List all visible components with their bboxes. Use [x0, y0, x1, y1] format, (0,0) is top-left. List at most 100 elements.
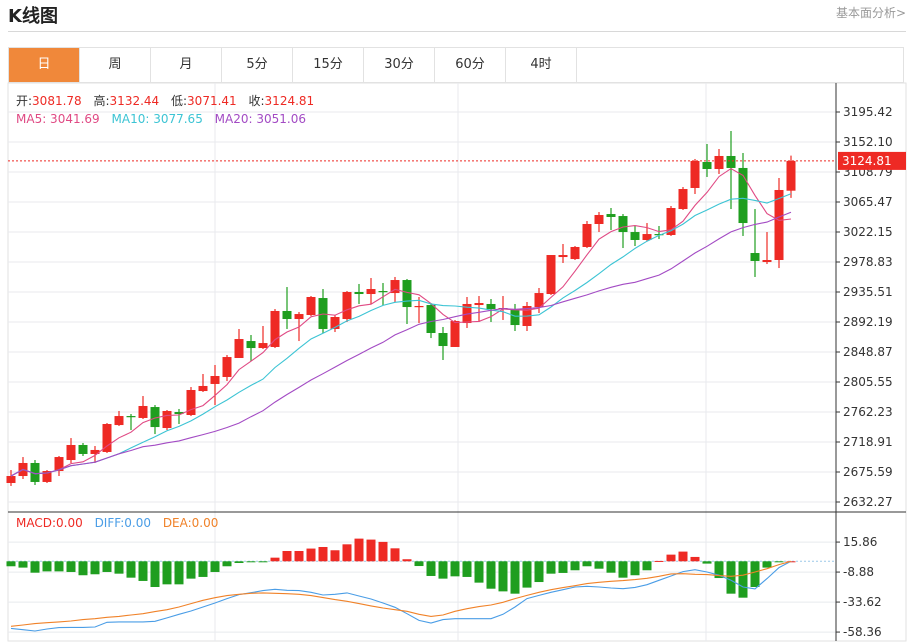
candle-body — [66, 444, 76, 461]
candle — [306, 296, 316, 317]
legend-ma10: MA10: 3077.65 — [112, 112, 203, 126]
candle-body — [630, 232, 640, 240]
candle — [582, 221, 592, 249]
candle — [282, 287, 292, 329]
candle-body — [510, 310, 520, 326]
macd-bar — [318, 546, 328, 562]
macd-bar — [726, 561, 736, 594]
macd-bar — [42, 561, 52, 572]
candle-body — [342, 292, 352, 320]
candle — [462, 296, 472, 329]
candle — [270, 309, 280, 349]
candle-body — [114, 416, 124, 426]
y-tick-label: 2632.27 — [843, 495, 893, 509]
candle-body — [426, 305, 436, 334]
candle — [198, 373, 208, 393]
macd-bar — [690, 556, 700, 562]
macd-bar — [282, 550, 292, 562]
macd-bar — [366, 539, 376, 562]
candle — [222, 355, 232, 381]
candle-body — [438, 333, 448, 347]
macd-bar — [222, 561, 232, 567]
macd-bar — [114, 561, 124, 574]
candle — [738, 153, 748, 236]
candle — [318, 289, 328, 334]
macd-bar — [30, 561, 40, 573]
macd-bar — [642, 561, 652, 571]
macd-bar — [582, 561, 592, 567]
candle — [510, 303, 520, 331]
candle — [558, 244, 568, 263]
y-tick-label: 2675.59 — [843, 465, 893, 479]
y-tick-label: 3065.47 — [843, 195, 893, 209]
macd-bar — [678, 551, 688, 562]
current-price-label: 3124.81 — [842, 154, 892, 168]
candle-body — [210, 376, 220, 384]
macd-bar — [438, 561, 448, 579]
kline-chart: 3195.423152.103108.793065.473022.152978.… — [6, 82, 907, 642]
legend-ma: MA5: 3041.69 MA10: 3077.65 MA20: 3051.06 — [16, 112, 306, 126]
candle — [498, 296, 508, 320]
candle — [786, 155, 796, 198]
candle-body — [378, 291, 388, 293]
candle-body — [750, 253, 760, 261]
macd-bar — [90, 561, 100, 575]
macd-bar — [18, 561, 28, 568]
candle-body — [714, 155, 724, 170]
macd-bar — [342, 544, 352, 562]
chart-frame — [7, 82, 907, 642]
candle-body — [414, 305, 424, 308]
candle-body — [246, 341, 256, 349]
macd-bar — [234, 561, 244, 563]
macd-bar — [630, 561, 640, 576]
macd-tick-label: -8.88 — [843, 565, 874, 579]
candle — [630, 226, 640, 247]
candle-body — [570, 246, 580, 260]
candle — [174, 408, 184, 425]
macd-bar — [138, 561, 148, 581]
macd-bar — [534, 561, 544, 583]
candle-body — [126, 416, 136, 418]
macd-bar — [174, 561, 184, 585]
candle-body — [138, 405, 148, 418]
macd-bar — [654, 560, 664, 562]
candle-body — [294, 314, 304, 320]
macd-bar — [594, 561, 604, 569]
y-tick-label: 2762.23 — [843, 405, 893, 419]
macd-bar — [150, 561, 160, 588]
grid — [7, 82, 907, 642]
candle — [450, 319, 460, 347]
macd-bar — [606, 561, 616, 573]
y-tick-label: 3195.42 — [843, 105, 893, 119]
candle-body — [678, 189, 688, 210]
macd-bar — [210, 561, 220, 572]
macd-bar — [702, 561, 712, 564]
y-tick-label: 2805.55 — [843, 375, 893, 389]
candle-body — [354, 292, 364, 295]
macd-bar — [258, 561, 268, 563]
macd-bar — [762, 561, 772, 568]
candle-body — [258, 343, 268, 349]
candle-body — [222, 357, 232, 377]
candle — [606, 207, 616, 231]
macd-bar — [102, 561, 112, 572]
candle — [18, 457, 28, 479]
candle-body — [282, 310, 292, 320]
macd-tick-label: -33.62 — [843, 595, 882, 609]
candle — [234, 328, 244, 359]
macd-bar — [570, 561, 580, 571]
y-tick-label: 2892.19 — [843, 315, 893, 329]
candle-body — [582, 223, 592, 247]
macd-bar — [186, 561, 196, 579]
candle — [114, 410, 124, 427]
macd-bar — [6, 561, 16, 567]
macd-bar — [750, 561, 760, 588]
candle-body — [726, 155, 736, 168]
candle-body — [366, 289, 376, 295]
candle — [54, 455, 64, 477]
candle — [366, 278, 376, 304]
y-tick-label: 2978.83 — [843, 255, 893, 269]
macd-bar — [774, 561, 784, 563]
candle — [762, 232, 772, 265]
candle-body — [594, 214, 604, 224]
